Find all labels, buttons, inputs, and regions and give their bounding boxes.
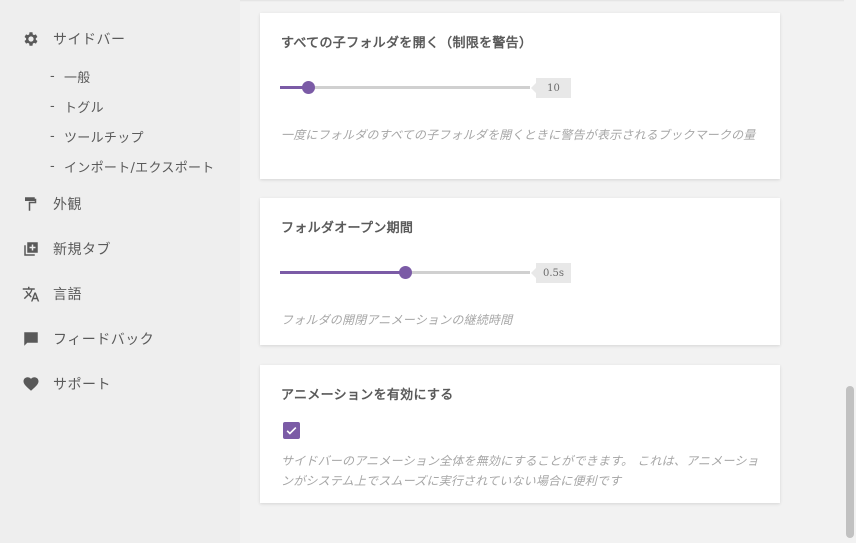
paint-roller-icon [22,195,40,213]
slider-thumb[interactable] [399,266,412,279]
gear-icon [22,30,40,48]
sub-item-toggles[interactable]: - トグル [50,96,104,116]
sub-item-general[interactable]: - 一般 [50,66,91,86]
nav-item-support[interactable]: サポート [22,372,111,396]
setting-card-open-all-children: すべての子フォルダを開く（制限を警告） 10 一度にフォルダのすべての子フォルダ… [260,13,780,179]
new-tab-icon [22,240,40,258]
header-shadow [240,0,856,2]
setting-description: サイドバーのアニメーション全体を無効にすることができます。 これは、アニメーショ… [281,454,759,488]
scrollbar-thumb[interactable] [846,386,854,538]
sub-item-tooltips[interactable]: - ツールチップ [50,126,144,146]
nav-label: サイドバー [53,32,126,48]
nav-label: 言語 [53,287,82,303]
slider-value-label: 0.5s [531,263,571,283]
slider-fill [280,271,405,274]
enable-animations-checkbox[interactable] [283,422,300,439]
sub-item-label: 一般 [64,70,91,86]
nav-item-sidebar[interactable]: サイドバー [22,27,126,51]
nav-label: 新規タブ [53,242,111,258]
translate-icon [22,285,40,303]
slider-value-label: 10 [531,78,571,98]
nav-label: フィードバック [53,332,155,348]
heart-icon [22,375,40,393]
checkmark-icon [286,426,297,435]
slider-track [280,86,530,89]
setting-description: フォルダの開閉アニメーションの継続時間 [281,313,513,327]
sub-item-label: ツールチップ [64,130,144,146]
open-all-children-slider[interactable] [280,77,530,97]
setting-title: アニメーションを有効にする [281,388,454,403]
nav-item-new-tab[interactable]: 新規タブ [22,237,111,261]
nav-item-appearance[interactable]: 外観 [22,192,82,216]
setting-card-enable-animations: アニメーションを有効にする サイドバーのアニメーション全体を無効にすることができ… [260,365,780,503]
sub-item-import-export[interactable]: - インポート/エクスポート [50,156,215,176]
setting-card-folder-open-duration: フォルダオープン期間 0.5s フォルダの開閉アニメーションの継続時間 [260,198,780,345]
setting-description: 一度にフォルダのすべての子フォルダを開くときに警告が表示されるブックマークの量 [281,128,756,142]
sub-item-label: インポート/エクスポート [64,160,215,176]
setting-title: フォルダオープン期間 [281,221,414,236]
nav-label: サポート [53,377,111,393]
folder-open-duration-slider[interactable] [280,262,530,282]
slider-thumb[interactable] [302,81,315,94]
sub-item-label: トグル [64,100,104,116]
nav-label: 外観 [53,197,82,213]
setting-title: すべての子フォルダを開く（制限を警告） [281,36,533,51]
settings-panel: すべての子フォルダを開く（制限を警告） 10 一度にフォルダのすべての子フォルダ… [240,0,856,543]
comment-icon [22,330,40,348]
nav-item-language[interactable]: 言語 [22,282,82,306]
sidebar: サイドバー - 一般 - トグル - ツールチップ - インポート/エクスポート… [0,0,240,543]
nav-item-feedback[interactable]: フィードバック [22,327,154,351]
